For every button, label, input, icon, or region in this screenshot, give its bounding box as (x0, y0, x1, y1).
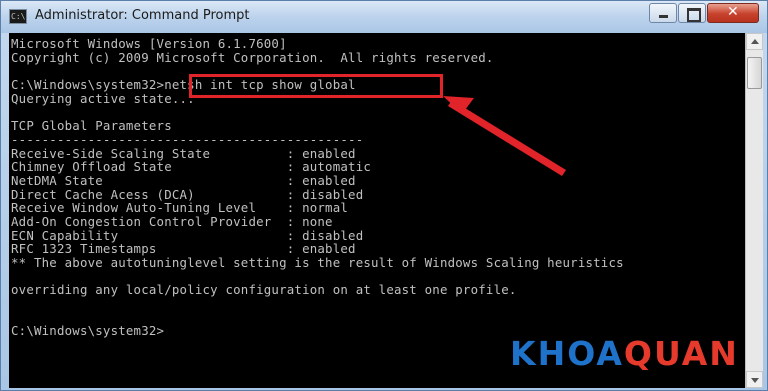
console-line: RFC 1323 Timestamps : enabled (11, 241, 356, 257)
console-line: ** The above autotuninglevel setting is … (11, 255, 624, 270)
scroll-thumb[interactable] (747, 57, 762, 89)
vertical-scrollbar[interactable] (745, 33, 763, 388)
window-title: Administrator: Command Prompt (35, 8, 250, 23)
console-line: ECN Capability : disabled (11, 227, 364, 243)
logo-part-quan: QUAN (623, 334, 739, 373)
console-line: NetDMA State : enabled (11, 172, 356, 188)
khoaquan-logo: KHOAQUAN (510, 334, 739, 374)
console-line: Receive Window Auto-Tuning Level : norma… (11, 200, 349, 216)
title-bar[interactable]: C:\ Administrator: Command Prompt (1, 1, 767, 33)
console-line: Microsoft Windows [Version 6.1.7600] (11, 36, 287, 51)
cmd-icon: C:\ (9, 9, 27, 24)
scroll-up-arrow-icon[interactable] (746, 33, 763, 50)
console-line: Receive-Side Scaling State : enabled (11, 145, 356, 161)
console-line: Copyright (c) 2009 Microsoft Corporation… (11, 49, 494, 65)
command-highlight-box (189, 74, 443, 98)
console-line: TCP Global Parameters (11, 118, 172, 134)
console-line: overriding any local/policy configuratio… (11, 282, 517, 298)
console-line: Add-On Congestion Control Provider : non… (11, 213, 333, 229)
minimize-button[interactable] (649, 3, 677, 23)
command-prompt-window: C:\ Administrator: Command Prompt Micros… (0, 0, 768, 391)
console-line: Direct Cache Acess (DCA) : disabled (11, 186, 364, 202)
close-button[interactable] (707, 3, 759, 23)
scroll-down-arrow-icon[interactable] (746, 371, 763, 388)
console-line: ----------------------------------------… (11, 131, 364, 147)
maximize-button[interactable] (678, 3, 706, 23)
console-line: Chimney Offload State : automatic (11, 159, 372, 175)
logo-part-khoa: KHOA (510, 334, 624, 373)
